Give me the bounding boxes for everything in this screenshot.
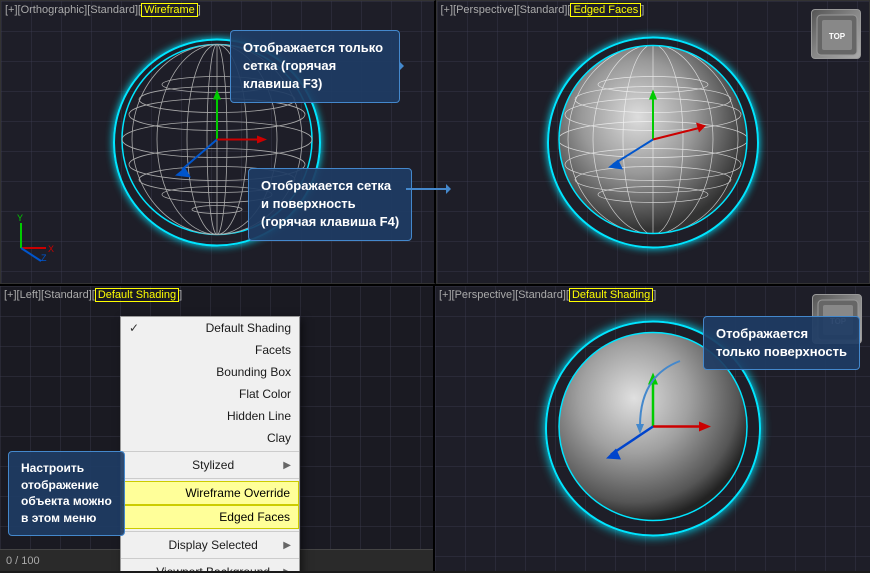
menu-item-facets[interactable]: Facets bbox=[121, 339, 299, 361]
menu-item-default-shading[interactable]: Default Shading bbox=[121, 317, 299, 339]
edgedfaces-sphere-container bbox=[553, 40, 753, 245]
menu-item-clay[interactable]: Clay bbox=[121, 427, 299, 449]
menu-separator-2 bbox=[121, 478, 299, 479]
viewport-bottom-left[interactable]: [+][Left][Standard][Default Shading] Def… bbox=[0, 286, 435, 571]
selection-ring-tr bbox=[547, 36, 759, 248]
svg-text:Z: Z bbox=[41, 253, 47, 263]
svg-text:TOP: TOP bbox=[829, 32, 846, 41]
menu-item-viewport-background[interactable]: Viewport Background ▶ bbox=[121, 561, 299, 571]
viewport-top-right-label[interactable]: [+][Perspective][Standard][Edged Faces] bbox=[441, 4, 645, 16]
bottom-row: [+][Left][Standard][Default Shading] Def… bbox=[0, 286, 870, 571]
menu-item-display-selected[interactable]: Display Selected ▶ bbox=[121, 534, 299, 556]
callout-edgedfaces: Отображается сеткаи поверхность(горячая … bbox=[248, 168, 412, 241]
callout-menu-hint: Настроитьотображениеобъекта можнов этом … bbox=[8, 451, 125, 536]
context-menu: Default Shading Facets Bounding Box Flat… bbox=[120, 316, 300, 571]
navicube-tr[interactable]: TOP bbox=[811, 9, 861, 59]
menu-item-flat-color[interactable]: Flat Color bbox=[121, 383, 299, 405]
menu-item-stylized[interactable]: Stylized ▶ bbox=[121, 454, 299, 476]
viewport-bottom-right-label[interactable]: [+][Perspective][Standard][Default Shadi… bbox=[439, 289, 656, 301]
menu-separator-4 bbox=[121, 558, 299, 559]
viewport-top-right[interactable]: [+][Perspective][Standard][Edged Faces] … bbox=[436, 0, 870, 284]
menu-item-hidden-line[interactable]: Hidden Line bbox=[121, 405, 299, 427]
menu-separator-1 bbox=[121, 451, 299, 452]
viewport-top-left-label[interactable]: [+][Orthographic][Standard][Wireframe] bbox=[5, 4, 201, 16]
menu-item-wireframe-override[interactable]: Wireframe Override bbox=[121, 481, 299, 505]
viewport-bottom-right[interactable]: [+][Perspective][Standard][Default Shadi… bbox=[435, 286, 870, 571]
menu-separator-3 bbox=[121, 531, 299, 532]
callout-shading: Отображаетсятолько поверхность bbox=[703, 316, 860, 370]
navicube-svg: TOP bbox=[812, 10, 862, 60]
axes-indicator-tl: X Y Z bbox=[11, 213, 71, 273]
menu-item-bounding-box[interactable]: Bounding Box bbox=[121, 361, 299, 383]
callout-wireframe: Отображается только сетка (горячая клави… bbox=[230, 30, 400, 103]
status-text: 0 / 100 bbox=[6, 555, 40, 567]
svg-text:X: X bbox=[48, 244, 54, 254]
top-row: [+][Orthographic][Standard][Wireframe] bbox=[0, 0, 870, 286]
viewport-bottom-left-label[interactable]: [+][Left][Standard][Default Shading] bbox=[4, 289, 182, 301]
menu-item-edged-faces[interactable]: Edged Faces bbox=[121, 505, 299, 529]
svg-text:Y: Y bbox=[17, 213, 23, 223]
callout-arrow-svg bbox=[406, 179, 451, 199]
